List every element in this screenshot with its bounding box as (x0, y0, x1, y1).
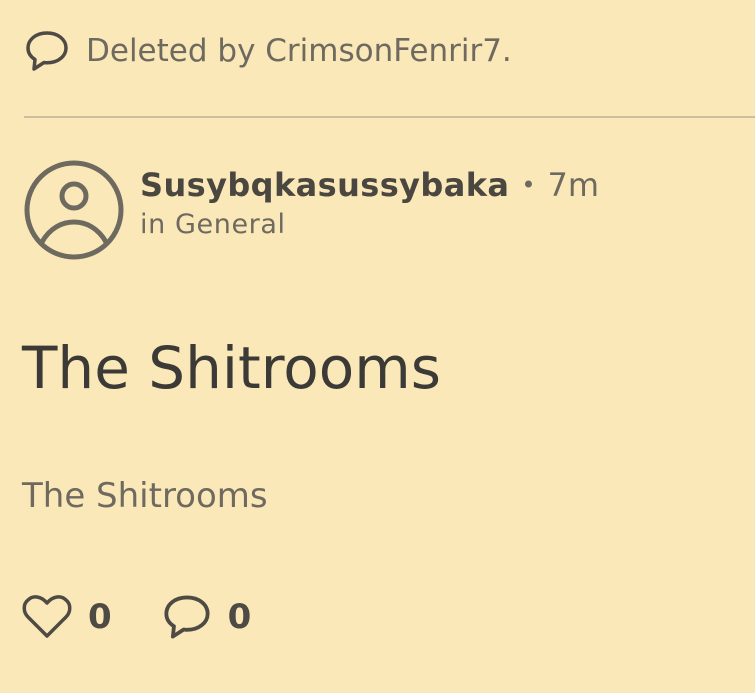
post-actions: 0 0 (22, 592, 251, 642)
like-button[interactable]: 0 (22, 594, 112, 640)
meta-separator: • (521, 171, 536, 199)
post-time: 7m (547, 166, 600, 204)
post-body: The Shitrooms (22, 476, 268, 516)
community-link[interactable]: in General (140, 208, 599, 242)
heart-icon (22, 594, 72, 640)
post-page: Deleted by CrimsonFenrir7. Susybqkasussy… (0, 0, 755, 693)
author-username[interactable]: Susybqkasussybaka (140, 166, 509, 204)
like-count: 0 (88, 597, 112, 637)
comment-button[interactable]: 0 (162, 592, 252, 642)
divider (24, 116, 755, 118)
post-author: Susybqkasussybaka • 7m in General (22, 158, 599, 262)
deleted-notice: Deleted by CrimsonFenrir7. (24, 28, 512, 74)
comment-icon (162, 592, 212, 642)
deleted-notice-text: Deleted by CrimsonFenrir7. (86, 33, 512, 69)
user-avatar-icon[interactable] (22, 158, 126, 262)
comment-count: 0 (227, 597, 252, 637)
comment-icon (24, 28, 70, 74)
post-title[interactable]: The Shitrooms (22, 330, 441, 406)
